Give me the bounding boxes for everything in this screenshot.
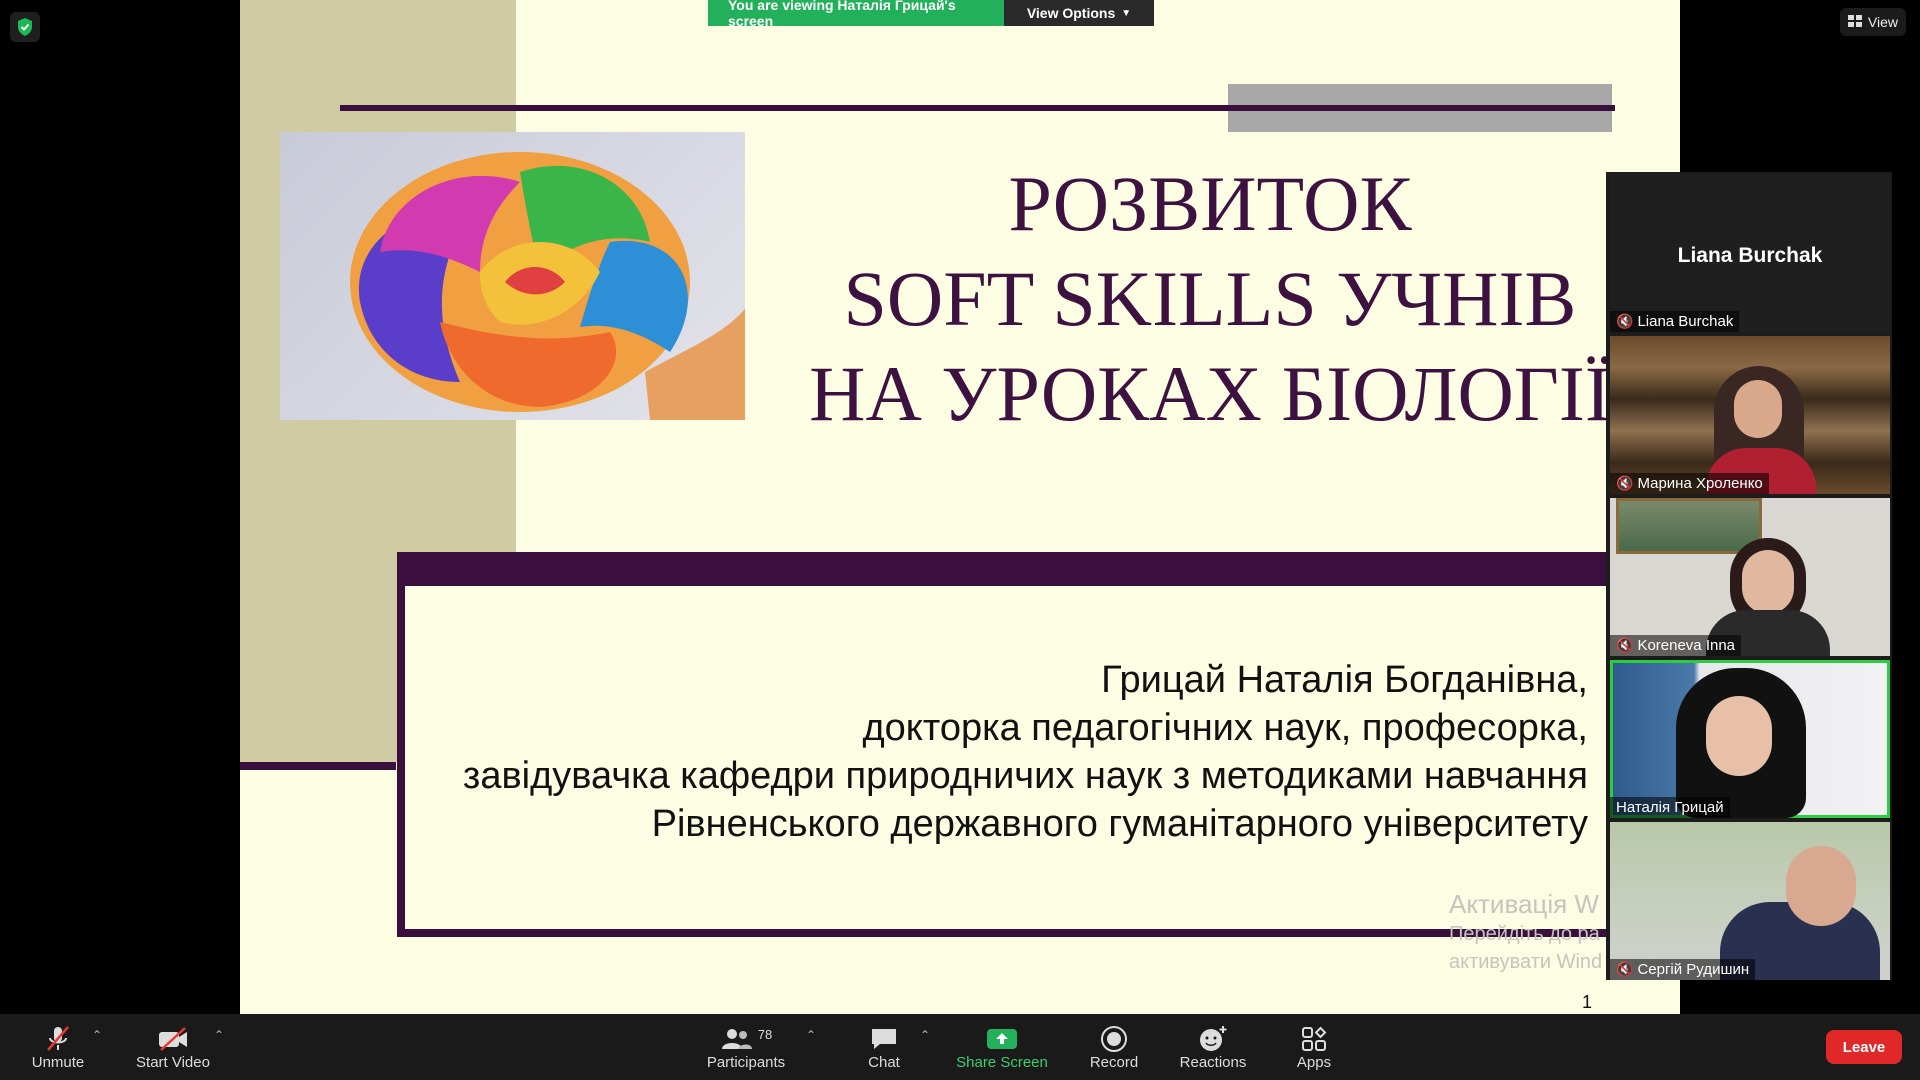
record-label: Record (1089, 1053, 1139, 1071)
participant-name-tag: 🔇 Сергій Рудишин (1610, 959, 1756, 980)
share-screen-icon (986, 1024, 1018, 1054)
participant-name-tag: 🔇 Марина Хроленко (1610, 473, 1769, 494)
mic-muted-icon: 🔇 (1616, 961, 1634, 977)
start-video-label: Start Video (136, 1053, 210, 1071)
start-video-button[interactable]: Start Video (130, 1014, 216, 1080)
chat-label: Chat (868, 1053, 900, 1071)
audio-options-caret[interactable]: ⌃ (92, 1028, 102, 1042)
person-face (1706, 696, 1772, 776)
participant-name: Марина Хроленко (1637, 475, 1763, 492)
shared-slide: РОЗВИТОК SOFT SKILLS УЧНІВ НА УРОКАХ БІО… (240, 0, 1680, 1014)
title-line-1: РОЗВИТОК (1008, 160, 1412, 247)
participants-options-caret[interactable]: ⌃ (806, 1028, 816, 1042)
apps-label: Apps (1296, 1053, 1332, 1071)
watermark-line-3: активувати Wind (1449, 951, 1603, 973)
apps-button[interactable]: Apps (1294, 1014, 1334, 1080)
slide-page-number: 1 (1582, 992, 1593, 1012)
participant-name: Liana Burchak (1637, 313, 1734, 330)
title-line-2: SOFT SKILLS УЧНІВ (843, 255, 1577, 342)
participant-name-tag: Наталія Грицай (1610, 797, 1730, 818)
person-face (1734, 380, 1782, 438)
watermark-line-1: Активація W (1449, 889, 1599, 919)
record-icon (1100, 1024, 1128, 1054)
reactions-label: Reactions (1179, 1053, 1247, 1071)
participant-tile[interactable]: Liana Burchak 🔇 Liana Burchak (1610, 174, 1890, 332)
mic-muted-icon: 🔇 (1616, 637, 1634, 653)
apps-icon (1301, 1024, 1327, 1054)
participant-name-tag: 🔇 Liana Burchak (1610, 311, 1740, 332)
participant-name: Koreneva Inna (1637, 637, 1736, 654)
slide-divider (240, 762, 396, 770)
security-shield-icon[interactable] (10, 12, 40, 42)
author-degree: докторка педагогічних наук, професорка, (862, 707, 1589, 749)
reactions-icon (1198, 1024, 1228, 1054)
participant-name: Наталія Грицай (1616, 799, 1724, 816)
view-button[interactable]: View (1839, 8, 1906, 36)
meeting-toolbar: Unmute ⌃ Start Video ⌃ 78 Participants ⌃… (0, 1014, 1920, 1080)
author-info: Грицай Наталія Богданівна, докторка педа… (463, 656, 1588, 848)
share-screen-label: Share Screen (956, 1053, 1048, 1071)
screen-share-banner: You are viewing Наталія Грицай's screen … (708, 0, 1154, 29)
rainbow-rose-image (280, 132, 745, 420)
chevron-down-icon: ▼ (1121, 7, 1132, 19)
mic-muted-icon (45, 1024, 71, 1054)
mic-muted-icon: 🔇 (1616, 475, 1634, 491)
slide-top-line (340, 105, 1615, 111)
participant-tile[interactable]: 🔇 Марина Хроленко (1610, 336, 1890, 494)
chat-icon (870, 1024, 898, 1054)
view-options-label: View Options (1026, 5, 1116, 21)
watermark-line-2: Перейдіть до ра (1449, 923, 1600, 945)
participants-label: Participants (706, 1053, 786, 1071)
reactions-button[interactable]: Reactions (1176, 1014, 1250, 1080)
video-off-icon (157, 1024, 189, 1054)
participants-icon: 78 (720, 1024, 772, 1054)
video-options-caret[interactable]: ⌃ (214, 1028, 224, 1042)
record-button[interactable]: Record (1084, 1014, 1144, 1080)
leave-button[interactable]: Leave (1826, 1030, 1902, 1064)
chat-options-caret[interactable]: ⌃ (920, 1028, 930, 1042)
participants-count: 78 (757, 1027, 773, 1042)
participant-video-panel: Liana Burchak 🔇 Liana Burchak 🔇 Марина Х… (1606, 172, 1892, 980)
unmute-button[interactable]: Unmute (20, 1014, 96, 1080)
viewing-message: You are viewing Наталія Грицай's screen (708, 0, 1004, 29)
grid-icon (1847, 14, 1862, 30)
slide-title: РОЗВИТОК SOFT SKILLS УЧНІВ НА УРОКАХ БІО… (760, 156, 1660, 441)
author-position: завідувачка кафедри природничих наук з м… (462, 755, 1588, 797)
participant-tile[interactable]: 🔇 Koreneva Inna (1610, 498, 1890, 656)
mic-muted-icon: 🔇 (1616, 313, 1634, 329)
participant-name-tag: 🔇 Koreneva Inna (1610, 635, 1742, 656)
author-name: Грицай Наталія Богданівна, (1101, 659, 1588, 701)
share-screen-button[interactable]: Share Screen (952, 1014, 1052, 1080)
participant-tile[interactable]: 🔇 Сергій Рудишин (1610, 822, 1890, 980)
wall-painting (1616, 498, 1762, 554)
title-line-3: НА УРОКАХ БІОЛОГІЇ (809, 350, 1611, 437)
windows-activation-watermark: Активація W Перейдіть до ра активувати W… (1449, 888, 1602, 976)
participants-button[interactable]: 78 Participants (700, 1014, 792, 1080)
unmute-label: Unmute (31, 1053, 85, 1071)
view-options-button[interactable]: View Options ▼ (1004, 0, 1154, 26)
speaker-name-header: Liana Burchak (1677, 244, 1823, 267)
person-head (1786, 846, 1856, 926)
person-face (1742, 550, 1794, 614)
author-university: Рівненського державного гуманітарного ун… (651, 803, 1588, 845)
participant-name: Сергій Рудишин (1637, 961, 1750, 978)
chat-button[interactable]: Chat (856, 1014, 912, 1080)
view-label: View (1867, 14, 1898, 30)
participant-tile-active-speaker[interactable]: Наталія Грицай (1610, 660, 1890, 818)
